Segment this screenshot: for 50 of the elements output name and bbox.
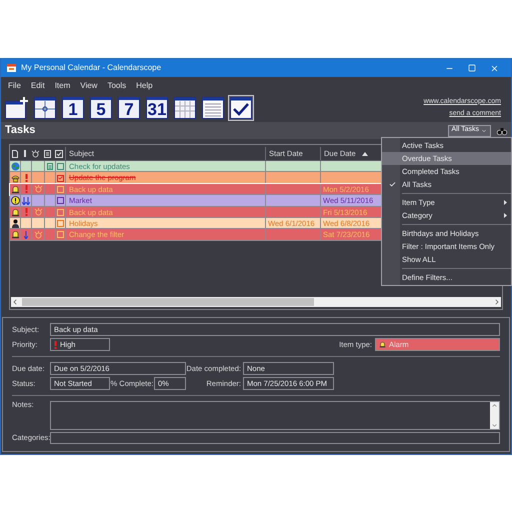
- toolbar-button[interactable]: [200, 95, 226, 121]
- toolbar-button[interactable]: [228, 95, 254, 121]
- section-title: Tasks: [5, 123, 36, 138]
- close-icon[interactable]: [490, 64, 499, 72]
- caret-icon: [481, 128, 487, 134]
- checkbox[interactable]: [57, 174, 64, 182]
- check-icon: [58, 175, 63, 182]
- calendar-day-button[interactable]: 7: [116, 95, 142, 121]
- menu-item[interactable]: View: [80, 80, 98, 92]
- menu-item[interactable]: Help: [136, 80, 153, 92]
- scroll-right-icon[interactable]: [493, 298, 501, 306]
- scroll-down-icon[interactable]: [491, 422, 498, 429]
- toolbar-button[interactable]: [4, 95, 30, 121]
- checkbox[interactable]: [57, 197, 64, 204]
- window-title: My Personal Calendar - Calendarscope: [21, 62, 162, 74]
- month-grid-icon: [174, 97, 196, 119]
- checkbox[interactable]: [57, 220, 64, 228]
- new-calendar-icon: [5, 97, 29, 119]
- scrollbar-thumb[interactable]: [22, 298, 314, 306]
- calendar-day-button[interactable]: 5: [88, 95, 114, 121]
- scroll-up-icon[interactable]: [491, 402, 498, 409]
- document-icon: [12, 150, 18, 158]
- alarm-clock-icon: [31, 150, 40, 158]
- notes-field[interactable]: [50, 401, 500, 430]
- scroll-left-icon[interactable]: [11, 298, 19, 306]
- vertical-scrollbar[interactable]: [490, 402, 499, 429]
- checkbox-icon: [55, 150, 63, 158]
- binoculars-icon[interactable]: [497, 126, 507, 134]
- menu-item[interactable]: Item: [54, 80, 70, 92]
- calendar-app-icon: [7, 64, 16, 72]
- menu-item[interactable]: File: [8, 80, 21, 92]
- checkbox[interactable]: [57, 163, 64, 170]
- toolbar-button[interactable]: [172, 95, 198, 121]
- horizontal-scrollbar[interactable]: [11, 297, 501, 307]
- check-icon: [388, 181, 396, 188]
- submenu-arrow-icon: [504, 213, 507, 218]
- exclamation-icon: [54, 340, 57, 348]
- checkmark-icon: [230, 97, 252, 119]
- calendar-day-button[interactable]: 1: [60, 95, 86, 121]
- bell-icon: [379, 341, 386, 348]
- calendar-day-button[interactable]: 31: [144, 95, 170, 121]
- crosshair-grid-icon: [34, 97, 56, 119]
- maximize-icon[interactable]: [468, 64, 476, 72]
- menu-item[interactable]: Tools: [107, 80, 126, 92]
- note-icon: [44, 150, 51, 158]
- toolbar-button[interactable]: [32, 95, 58, 121]
- categories-field[interactable]: [50, 432, 500, 444]
- submenu-arrow-icon: [504, 200, 507, 205]
- menu-item[interactable]: Edit: [30, 80, 45, 92]
- list-icon: [202, 97, 224, 119]
